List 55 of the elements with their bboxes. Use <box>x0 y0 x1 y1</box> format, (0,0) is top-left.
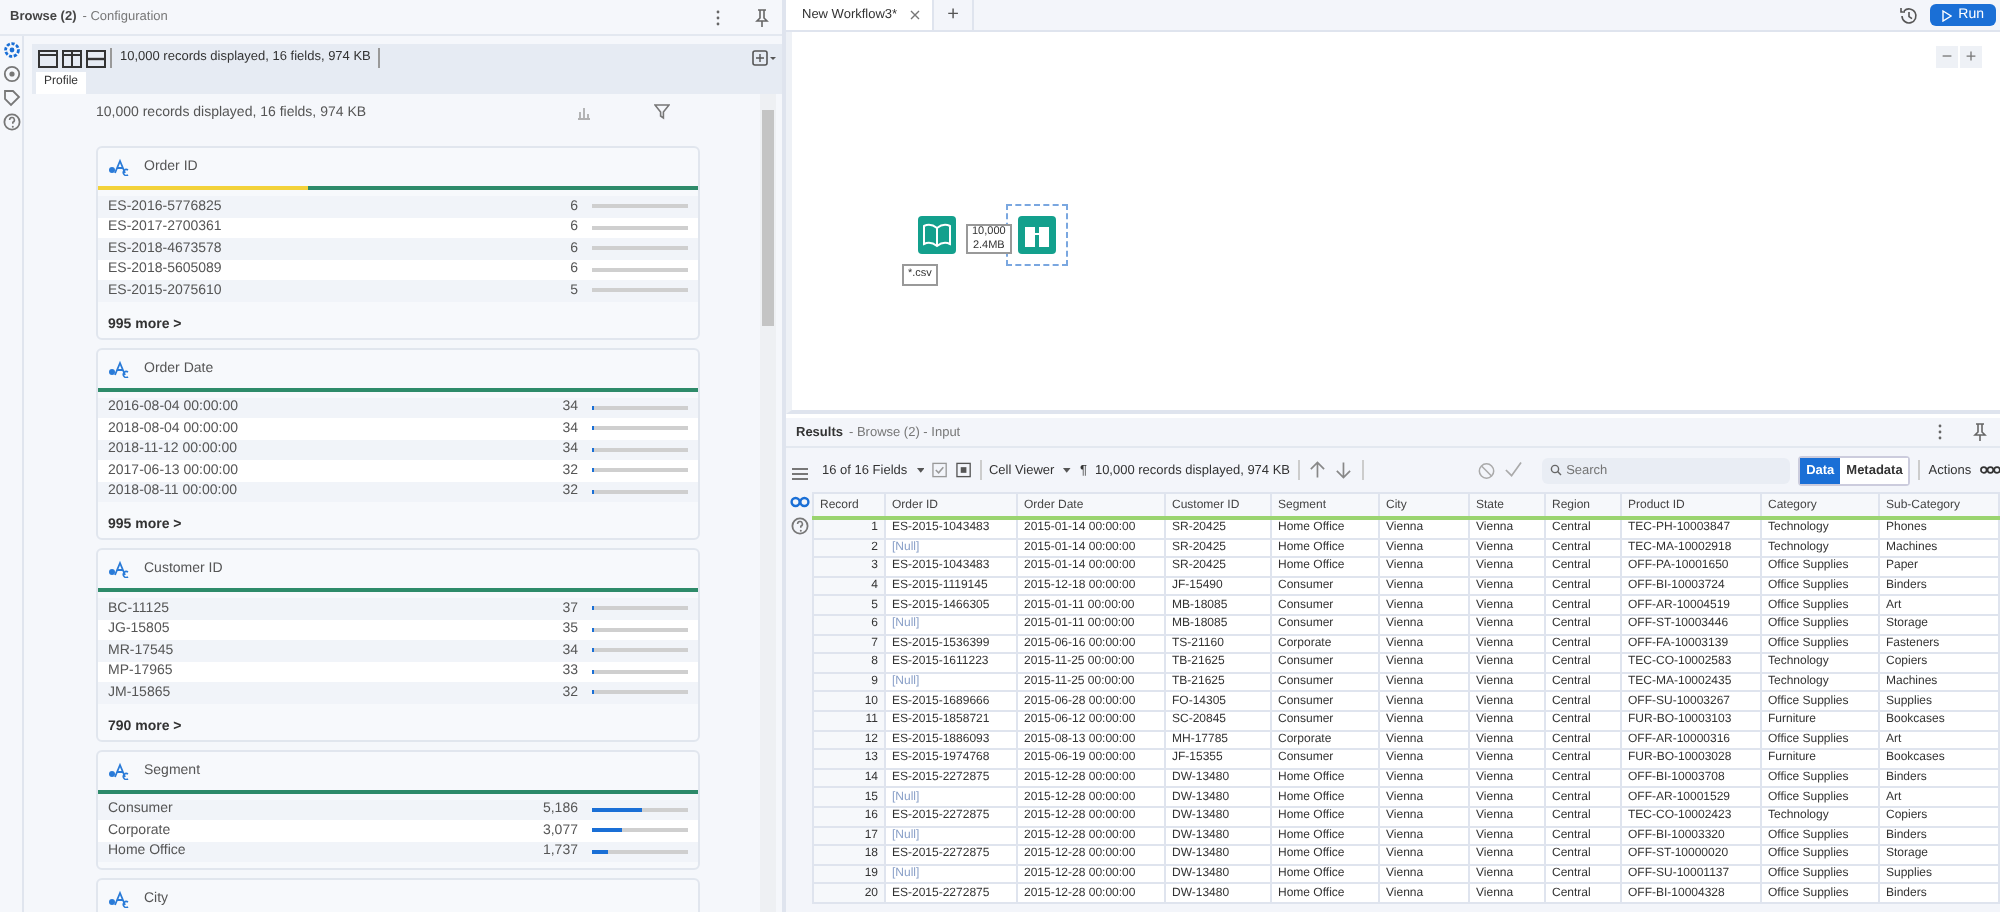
frequency-bar <box>592 468 688 473</box>
gear-icon[interactable] <box>1 40 21 60</box>
frequency-bar <box>592 246 688 251</box>
frequency-bar <box>592 405 688 410</box>
string-type-icon <box>108 158 130 176</box>
pin-icon[interactable] <box>1970 422 1990 442</box>
frequency-bar <box>592 426 688 431</box>
help-icon[interactable] <box>1 112 21 132</box>
single-view-icon[interactable] <box>38 49 58 67</box>
filter-icon[interactable] <box>654 104 670 120</box>
history-icon[interactable] <box>1898 5 1919 25</box>
frequency-bar <box>592 849 688 854</box>
scrollbar[interactable] <box>760 94 776 912</box>
frequency-bar <box>592 606 688 611</box>
frequency-bar <box>592 288 688 293</box>
check-icon[interactable] <box>1503 460 1523 480</box>
add-tab-button[interactable]: + <box>933 0 975 30</box>
binoculars-node-icon[interactable] <box>1018 216 1056 254</box>
split-horizontal-icon[interactable] <box>86 49 106 67</box>
select-all-icon[interactable] <box>955 462 971 478</box>
more-options-icon[interactable] <box>712 7 724 27</box>
frequency-bar <box>592 828 688 833</box>
add-dropdown-icon[interactable] <box>752 50 776 66</box>
play-icon <box>1942 9 1953 21</box>
frequency-bar <box>592 690 688 695</box>
string-type-icon <box>108 761 130 779</box>
zoom-in-button[interactable]: + <box>1960 46 1982 68</box>
caret-icon[interactable] <box>1062 466 1072 474</box>
close-icon[interactable] <box>909 10 920 20</box>
frequency-bar <box>592 204 688 209</box>
caret-icon[interactable] <box>915 466 925 474</box>
list-icon[interactable] <box>789 464 809 484</box>
pin-icon[interactable] <box>752 7 772 27</box>
link-icon[interactable] <box>1979 464 2000 476</box>
arrow-up-icon[interactable] <box>1307 460 1327 480</box>
tag-icon[interactable] <box>1 88 21 108</box>
target-icon[interactable] <box>1 64 21 84</box>
string-type-icon <box>108 890 130 908</box>
frequency-bar <box>592 225 688 230</box>
frequency-bar <box>592 627 688 632</box>
split-vertical-icon[interactable] <box>62 49 82 67</box>
checkbox-icon[interactable] <box>932 462 948 478</box>
frequency-bar <box>592 669 688 674</box>
frequency-bar <box>592 648 688 653</box>
frequency-bar <box>592 807 688 812</box>
arrow-down-icon[interactable] <box>1334 460 1354 480</box>
frequency-bar <box>592 489 688 494</box>
string-type-icon <box>108 560 130 578</box>
more-options-icon[interactable] <box>1934 422 1946 442</box>
help-icon[interactable] <box>789 516 809 536</box>
book-node-icon[interactable] <box>918 216 956 254</box>
string-type-icon <box>108 359 130 377</box>
frequency-bar <box>592 267 688 272</box>
frequency-bar <box>592 447 688 452</box>
zoom-out-button[interactable]: − <box>1936 46 1958 68</box>
